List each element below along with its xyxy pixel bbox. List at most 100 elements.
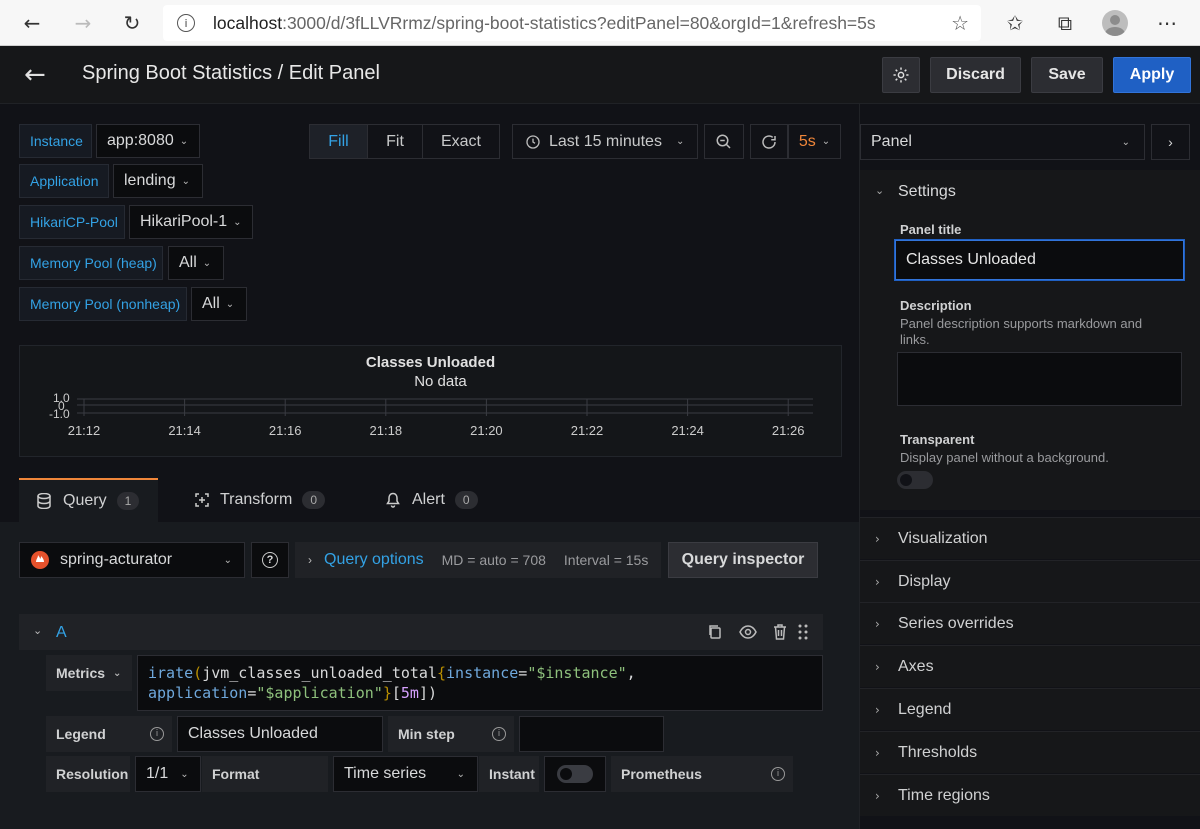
tab-query[interactable]: Query 1 [19, 478, 158, 522]
legend-label: Legend i [46, 716, 172, 752]
x-tick-label: 21:14 [168, 423, 201, 438]
x-tick-label: 21:12 [68, 423, 101, 438]
x-tick-label: 21:16 [269, 423, 302, 438]
section-time-regions[interactable]: › Time regions [860, 774, 1200, 816]
query-row-header[interactable]: ⌄ A [19, 614, 823, 650]
chevron-down-icon[interactable]: ⌄ [33, 624, 42, 637]
description-textarea[interactable] [897, 352, 1182, 406]
variable-select-hikaricp-pool[interactable]: HikariPool-1 ⌄ [129, 205, 253, 239]
chevron-right-icon: › [875, 788, 880, 803]
chevron-right-icon: › [875, 745, 880, 760]
query-md-value: MD = auto = 708 [441, 552, 546, 568]
favorite-star-icon[interactable]: ☆ [951, 11, 969, 35]
view-mode-fit[interactable]: Fit [368, 125, 423, 158]
collapse-options-button[interactable]: › [1151, 124, 1190, 160]
refresh-button[interactable] [750, 124, 788, 159]
view-mode-fill[interactable]: Fill [310, 125, 368, 158]
panel-title-label: Panel title [900, 222, 962, 237]
query-interval-value: Interval = 15s [563, 552, 649, 568]
section-display[interactable]: › Display [860, 560, 1200, 602]
discard-button[interactable]: Discard [930, 57, 1021, 93]
chevron-down-icon[interactable]: ⌄ [875, 184, 884, 197]
edit-panel-header: ← Spring Boot Statistics / Edit Panel Di… [0, 46, 1200, 104]
refresh-icon [762, 134, 776, 149]
apply-button[interactable]: Apply [1113, 57, 1191, 93]
panel-preview: Classes Unloaded No data 1.0 0 -1.0 21:1… [19, 345, 842, 457]
page-title: Spring Boot Statistics / Edit Panel [82, 62, 380, 84]
min-step-input[interactable] [519, 716, 664, 752]
site-info-icon[interactable]: i [177, 14, 195, 32]
zoom-out-icon [716, 134, 731, 149]
format-select[interactable]: Time series ⌄ [333, 756, 478, 792]
favorites-icon[interactable]: ✩ [1000, 8, 1030, 38]
legend-input[interactable]: Classes Unloaded [177, 716, 383, 752]
forward-icon[interactable]: → [68, 8, 98, 38]
gear-icon [893, 67, 909, 83]
expr-label-value: "$application" [256, 684, 383, 702]
help-button[interactable]: ? [251, 542, 289, 578]
transparent-toggle[interactable] [897, 471, 933, 489]
variable-select-memory-pool-nonheap[interactable]: All ⌄ [191, 287, 247, 321]
transparent-label: Transparent [900, 432, 975, 447]
datasource-name: spring-acturator [60, 551, 173, 568]
save-button[interactable]: Save [1031, 57, 1103, 93]
eye-icon[interactable] [739, 625, 757, 639]
chevron-right-icon: › [875, 531, 880, 546]
chevron-right-icon: › [875, 574, 880, 589]
description-label: Description [900, 298, 972, 313]
info-icon[interactable]: i [492, 727, 506, 741]
section-legend[interactable]: › Legend [860, 688, 1200, 730]
drag-handle-icon[interactable] [798, 624, 808, 640]
datasource-picker[interactable]: spring-acturator ⌄ [19, 542, 245, 578]
collections-icon[interactable]: ⧉ [1050, 8, 1080, 38]
variable-label-instance: Instance [19, 124, 92, 158]
url-text: localhost:3000/d/3fLLVRrmz/spring-boot-s… [213, 12, 876, 33]
variable-select-memory-pool-heap[interactable]: All ⌄ [168, 246, 224, 280]
instant-toggle[interactable] [544, 756, 606, 792]
info-icon[interactable]: i [150, 727, 164, 741]
resolution-select[interactable]: 1/1 ⌄ [135, 756, 201, 792]
section-series-overrides[interactable]: › Series overrides [860, 602, 1200, 644]
options-pane-select[interactable]: Panel ⌄ [860, 124, 1145, 160]
address-bar[interactable]: i localhost:3000/d/3fLLVRrmz/spring-boot… [163, 5, 981, 41]
query-options-toggle[interactable]: › Query options MD = auto = 708 Interval… [295, 542, 661, 578]
panel-title-input[interactable]: Classes Unloaded [895, 240, 1184, 280]
reload-icon[interactable]: ↻ [117, 8, 147, 38]
tab-transform[interactable]: Transform 0 [176, 478, 346, 522]
view-mode-exact[interactable]: Exact [423, 125, 499, 158]
more-menu-icon[interactable]: ⋯ [1152, 8, 1182, 38]
expr-label-key: application [148, 684, 248, 702]
transform-icon [195, 493, 209, 507]
back-to-dashboard-icon[interactable]: ← [24, 60, 46, 90]
database-icon [37, 493, 51, 509]
toggle-switch [557, 765, 593, 783]
section-axes[interactable]: › Axes [860, 645, 1200, 687]
metrics-menu[interactable]: Metrics ⌄ [46, 655, 132, 691]
tab-transform-label: Transform [220, 491, 293, 508]
variable-label-application: Application [19, 164, 109, 198]
profile-avatar[interactable] [1102, 10, 1128, 36]
settings-gear-button[interactable] [882, 57, 920, 93]
variable-select-instance[interactable]: app:8080 ⌄ [96, 124, 200, 158]
metrics-query-editor[interactable]: irate(jvm_classes_unloaded_total{instanc… [137, 655, 823, 711]
trash-icon[interactable] [773, 624, 787, 640]
refresh-interval-select[interactable]: 5s ⌄ [788, 124, 841, 159]
variable-select-application[interactable]: lending ⌄ [113, 164, 203, 198]
zoom-out-button[interactable] [704, 124, 744, 159]
panel-view-mode: Fill Fit Exact [309, 124, 500, 159]
time-range-picker[interactable]: Last 15 minutes ⌄ [512, 124, 698, 159]
tab-alert[interactable]: Alert 0 [368, 478, 498, 522]
section-thresholds[interactable]: › Thresholds [860, 731, 1200, 773]
expr-label-key: instance [446, 664, 519, 682]
duplicate-icon[interactable] [707, 624, 723, 640]
section-visualization[interactable]: › Visualization [860, 517, 1200, 559]
info-icon[interactable]: i [771, 767, 785, 781]
query-options-label: Query options [324, 551, 424, 568]
query-ref-id: A [56, 624, 67, 641]
back-icon[interactable]: ← [17, 8, 47, 38]
query-inspector-button[interactable]: Query inspector [668, 542, 818, 578]
settings-heading[interactable]: Settings [898, 183, 956, 201]
settings-section: ⌄ Settings Panel title Classes Unloaded … [860, 170, 1200, 510]
tab-query-count: 1 [116, 492, 140, 510]
expr-metric: jvm_classes_unloaded_total [202, 664, 437, 682]
